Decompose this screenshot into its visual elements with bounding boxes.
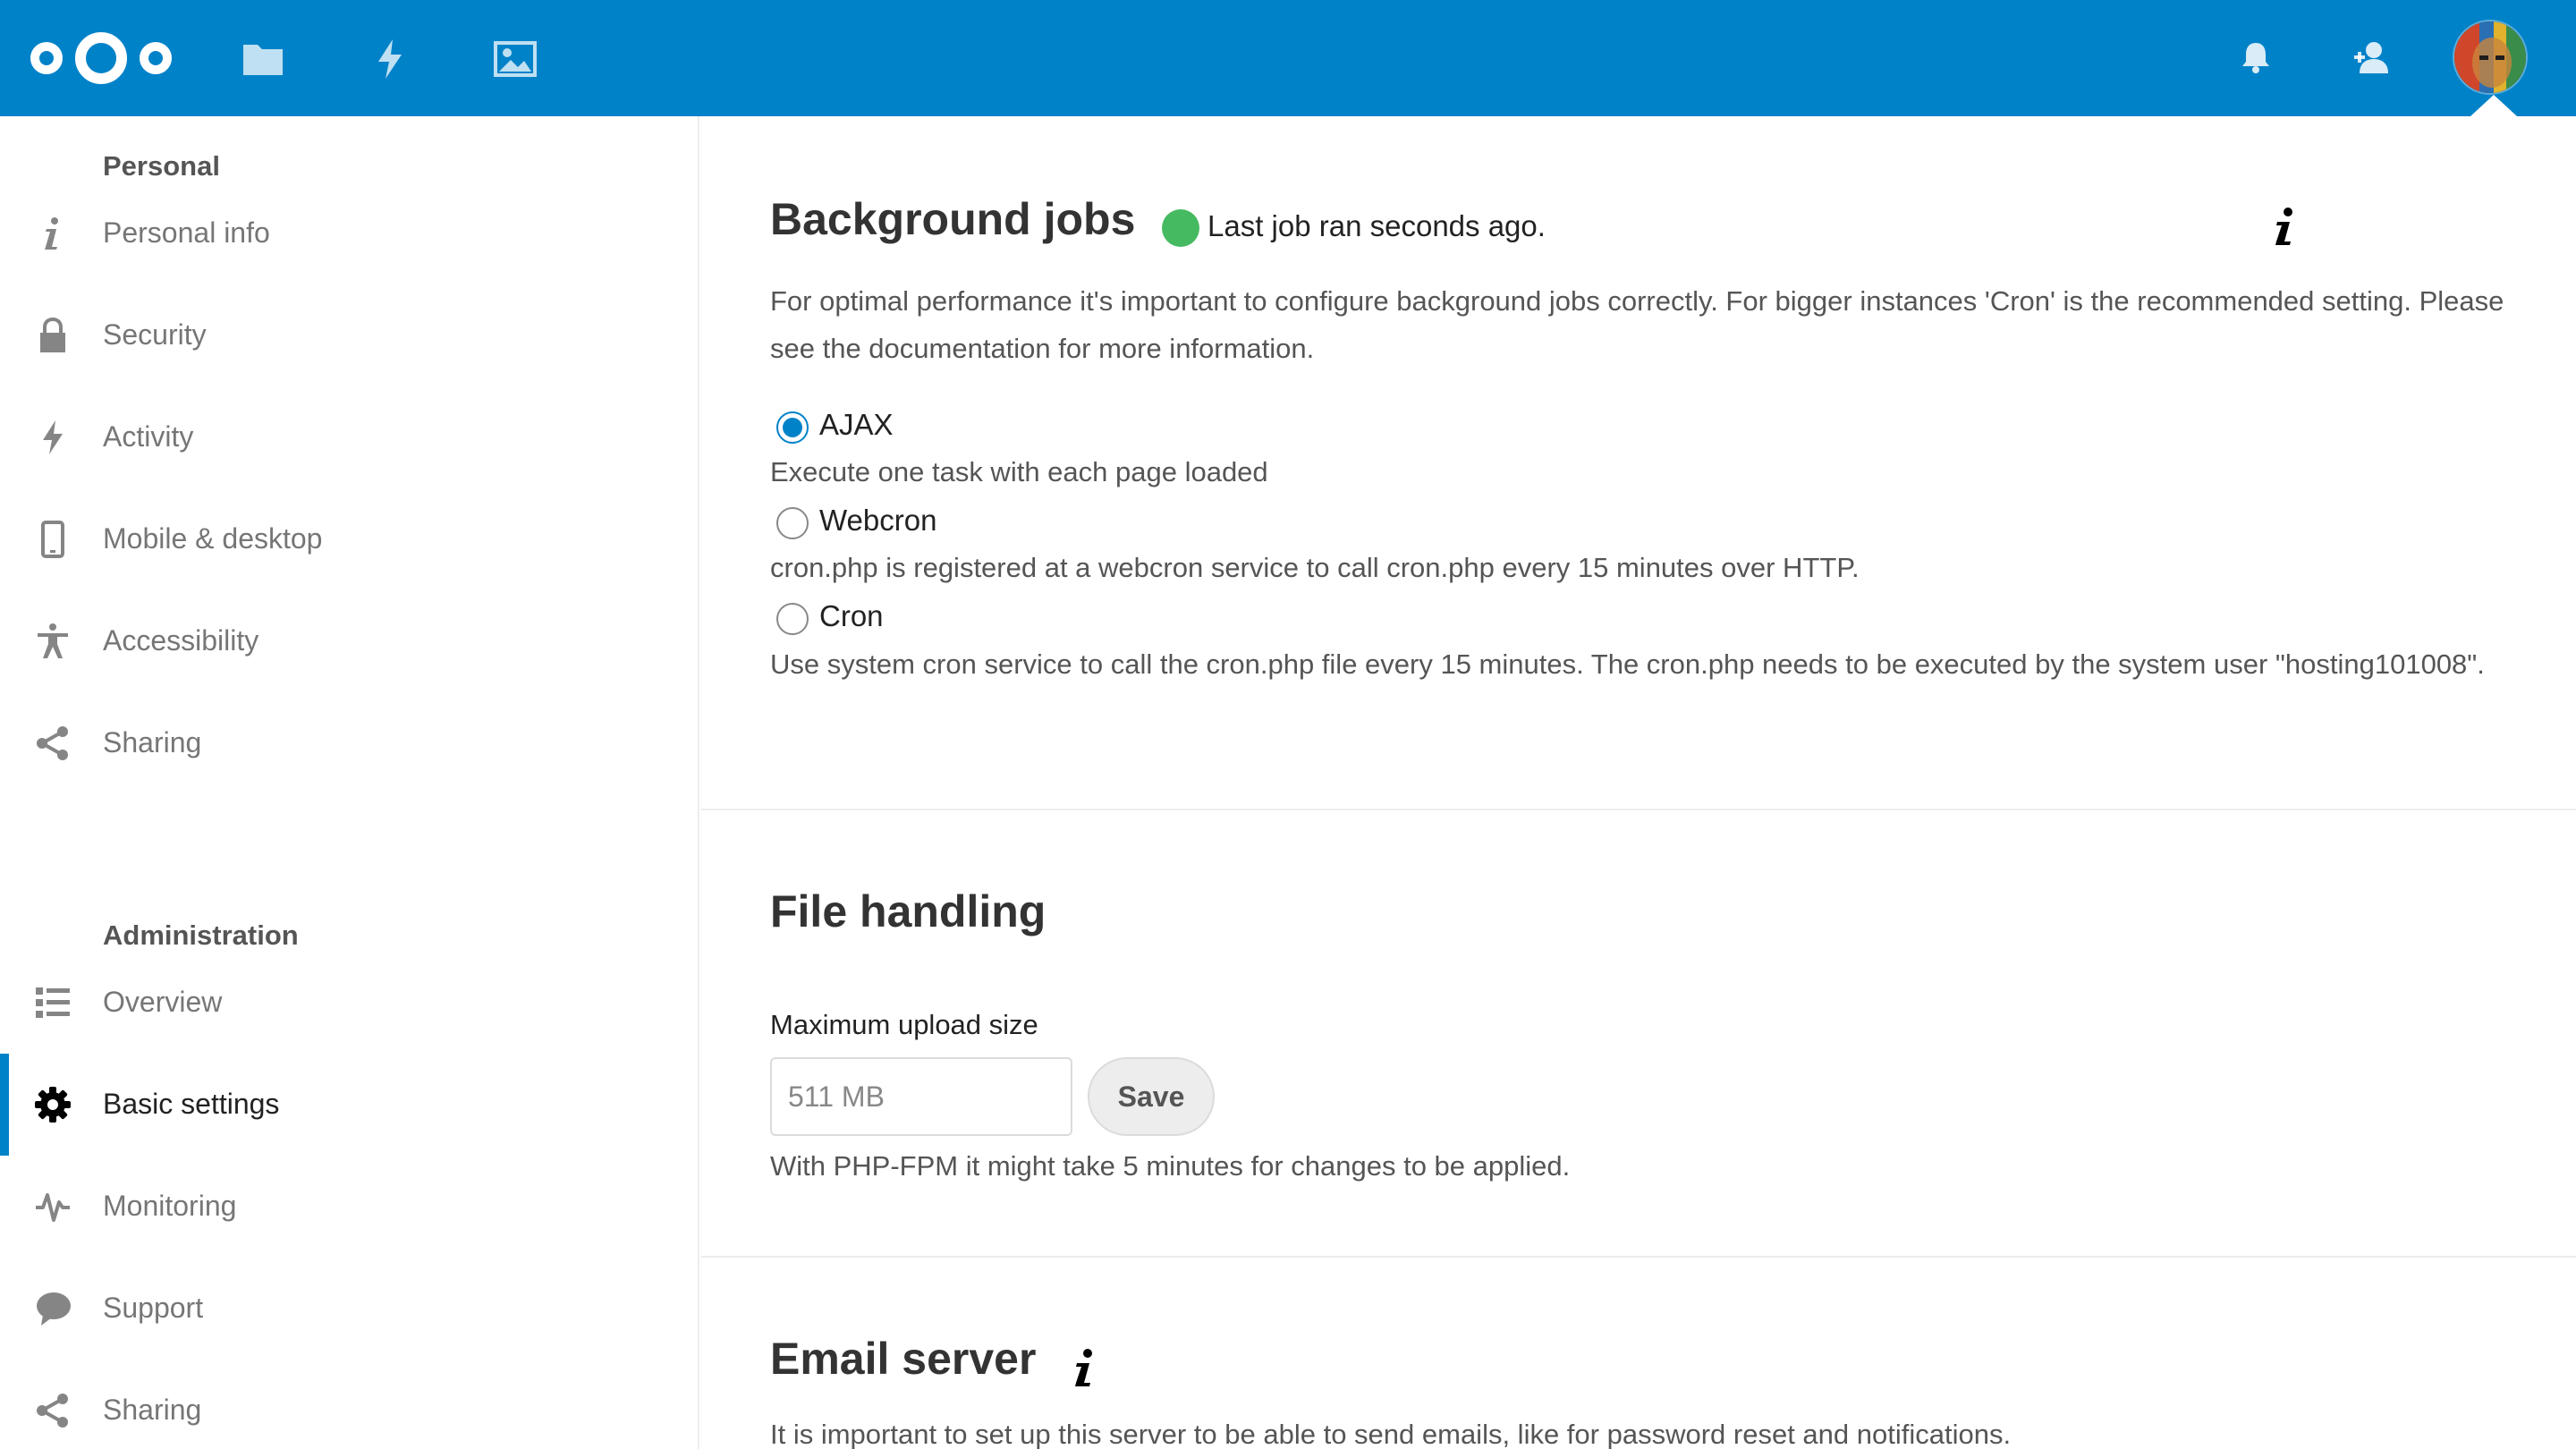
folder-icon[interactable] [240,36,286,82]
image-icon[interactable] [492,36,538,82]
share-icon [34,724,72,762]
last-job-status: Last job ran seconds ago. [1208,209,1546,242]
sidebar-item-label: Activity [103,420,194,453]
lightning-icon [34,419,72,456]
personal-caption: Personal [103,150,220,182]
nextcloud-logo[interactable] [27,27,175,89]
status-dot [1162,209,1199,247]
sidebar-item-security[interactable]: Security [0,284,698,386]
user-avatar[interactable] [2453,20,2528,95]
background-jobs-title: Background jobs [770,194,1136,244]
gear-icon [34,1086,72,1123]
cron-description: Use system cron service to call the cron… [770,648,2485,680]
sidebar-item-sharing[interactable]: Sharing [0,692,698,794]
sidebar-item-overview[interactable]: Overview [0,952,698,1054]
webcron-description: cron.php is registered at a webcron serv… [770,552,1860,583]
sidebar-item-activity[interactable]: Activity [0,386,698,488]
top-header [0,0,2576,116]
webcron-label[interactable]: Webcron [819,504,936,538]
accessibility-icon [34,623,72,660]
phone-icon [34,521,72,558]
email-server-title: Email server [770,1334,1037,1384]
lightning-icon[interactable] [367,36,413,82]
save-button[interactable]: Save [1088,1057,1215,1136]
sidebar-item-mobile-desktop[interactable]: Mobile & desktop [0,488,698,590]
administration-caption: Administration [103,919,299,951]
ajax-label[interactable]: AJAX [819,408,894,442]
cron-radio[interactable] [776,603,809,635]
webcron-radio[interactable] [776,507,809,539]
sidebar-item-label: Mobile & desktop [103,522,323,555]
background-jobs-section: Background jobs Last job ran seconds ago… [701,116,2576,809]
sidebar-item-label: Basic settings [103,1088,280,1120]
sidebar-item-admin-sharing[interactable]: Sharing [0,1360,698,1449]
sidebar-item-label: Personal info [103,216,270,249]
avatar-menu-caret [2470,95,2517,116]
cron-label[interactable]: Cron [819,599,884,633]
settings-content: Background jobs Last job ran seconds ago… [701,116,2576,1449]
sidebar-item-accessibility[interactable]: Accessibility [0,590,698,692]
info-icon[interactable] [1066,1347,1102,1390]
share-icon [34,1392,72,1429]
sidebar-item-support[interactable]: Support [0,1258,698,1360]
sidebar-item-monitoring[interactable]: Monitoring [0,1156,698,1258]
sidebar-item-label: Security [103,318,207,351]
file-handling-title: File handling [770,886,1046,936]
max-upload-input[interactable] [770,1057,1072,1136]
lock-icon [34,317,72,354]
ajax-description: Execute one task with each page loaded [770,456,1268,487]
list-icon [34,984,72,1021]
sidebar-item-basic-settings[interactable]: Basic settings [0,1054,698,1156]
settings-sidebar: Personal Personal info Security Activity [0,116,699,1449]
ajax-radio[interactable] [776,411,809,444]
background-jobs-description: For optimal performance it's important t… [770,285,2504,364]
pulse-icon [34,1188,72,1225]
sidebar-item-personal-info[interactable]: Personal info [0,182,698,284]
info-icon [34,215,72,252]
bell-icon[interactable] [2234,36,2277,79]
php-fpm-hint: With PHP-FPM it might take 5 minutes for… [770,1150,1571,1182]
email-server-description: It is important to set up this server to… [770,1419,2012,1449]
sidebar-item-label: Overview [103,986,223,1018]
sidebar-item-label: Monitoring [103,1190,237,1222]
sidebar-item-label: Support [103,1292,204,1324]
email-server-section: Email server It is important to set up t… [701,1258,2576,1449]
info-icon[interactable] [2267,206,2302,249]
sidebar-item-label: Accessibility [103,624,259,657]
sidebar-item-label: Sharing [103,726,202,758]
sidebar-item-label: Sharing [103,1394,202,1426]
speech-bubble-icon [34,1290,72,1327]
max-upload-label: Maximum upload size [770,1009,1038,1040]
file-handling-section: File handling Maximum upload size Save W… [701,810,2576,1256]
contacts-icon[interactable] [2351,36,2394,79]
